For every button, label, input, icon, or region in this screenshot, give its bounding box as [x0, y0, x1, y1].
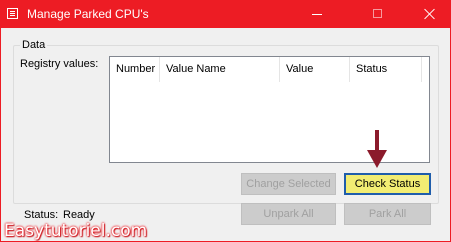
maximize-button: [359, 1, 397, 28]
title-bar[interactable]: Manage Parked CPU's: [1, 1, 450, 28]
check-status-button[interactable]: Check Status: [344, 173, 431, 195]
column-header-status[interactable]: Status: [350, 57, 422, 82]
data-group-label: Data: [20, 39, 48, 51]
unpark-all-button: Unpark All: [241, 203, 336, 225]
park-all-button: Park All: [344, 203, 431, 225]
close-button[interactable]: [411, 1, 449, 28]
pointer-arrow-icon: [367, 130, 387, 168]
change-selected-button: Change Selected: [241, 173, 336, 195]
app-icon[interactable]: [7, 8, 18, 19]
manage-parked-cpus-window: Manage Parked CPU's Data Registry values…: [0, 0, 451, 242]
minimize-button[interactable]: [298, 1, 336, 28]
registry-values-label: Registry values:: [20, 58, 99, 70]
maximize-icon: [373, 9, 382, 18]
column-header-number[interactable]: Number: [110, 57, 160, 82]
status-value: Ready: [63, 209, 95, 221]
window-title: Manage Parked CPU's: [27, 7, 149, 21]
status-label: Status:: [24, 209, 59, 221]
close-icon: [424, 8, 436, 20]
column-header-value-name[interactable]: Value Name: [160, 57, 280, 82]
column-header-value[interactable]: Value: [280, 57, 350, 82]
minimize-icon: [312, 14, 322, 15]
watermark-text: Easytutoriel.com: [4, 221, 148, 241]
